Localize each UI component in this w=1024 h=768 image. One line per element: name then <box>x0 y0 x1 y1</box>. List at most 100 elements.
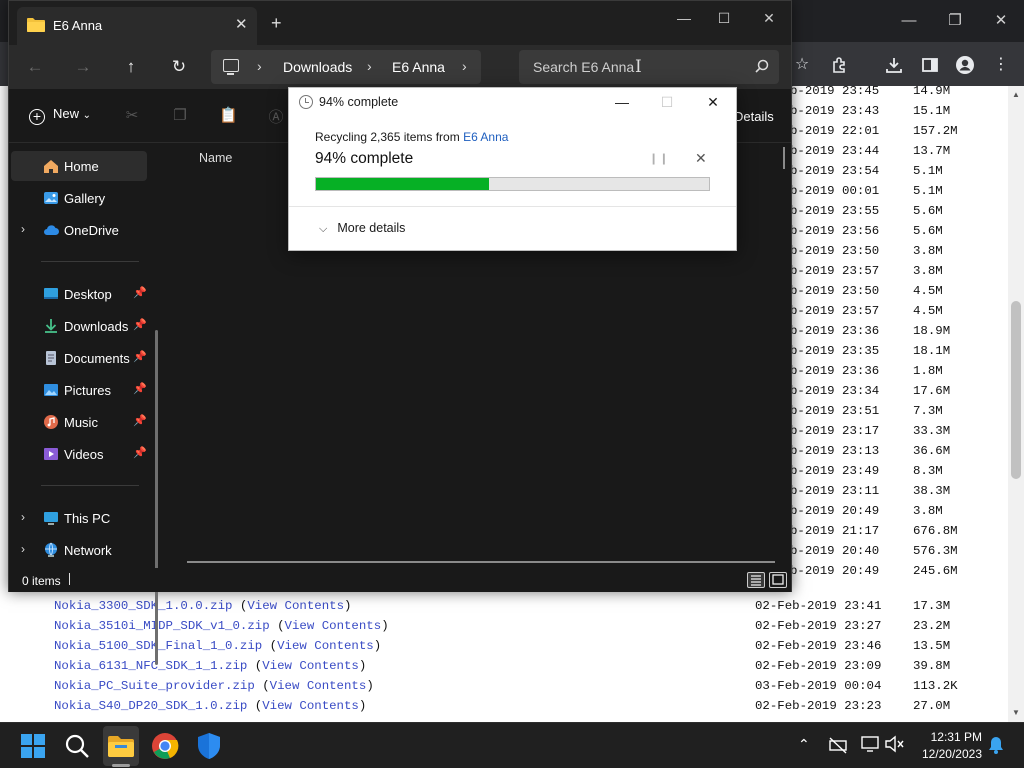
pin-icon[interactable]: 📌 <box>133 446 147 459</box>
dialog-minimize-button[interactable]: — <box>608 92 636 112</box>
view-contents-link[interactable]: View Contents <box>262 659 359 673</box>
file-explorer-icon[interactable] <box>106 731 136 761</box>
breadcrumb-chevron-icon[interactable]: › <box>367 58 372 74</box>
cut-icon[interactable]: ✂ <box>123 106 141 124</box>
search-icon[interactable] <box>62 731 92 761</box>
scroll-up-arrow-icon[interactable]: ▲ <box>1012 90 1020 99</box>
search-icon[interactable] <box>755 59 769 73</box>
back-arrow-icon[interactable]: ← <box>23 55 47 79</box>
volume-muted-icon[interactable] <box>884 735 906 753</box>
listing-file-name[interactable]: Nokia_3300_SDK_1.0.0.zip <box>54 599 232 613</box>
new-tab-button[interactable]: + <box>271 13 282 34</box>
pin-icon[interactable]: 📌 <box>133 286 147 299</box>
listing-file-name[interactable]: Nokia_PC_Suite_provider.zip <box>54 679 255 693</box>
address-bar[interactable]: › Downloads › E6 Anna › <box>211 50 481 84</box>
explorer-tab[interactable]: E6 Anna ✕ <box>17 7 257 45</box>
file-list-vertical-scrollbar[interactable] <box>783 147 785 169</box>
profile-avatar-icon[interactable] <box>952 52 978 78</box>
pause-icon[interactable]: ❙❙ <box>649 152 669 165</box>
explorer-close-button[interactable]: ✕ <box>754 8 784 28</box>
paste-icon[interactable]: 📋 <box>219 106 238 124</box>
view-contents-link[interactable]: View Contents <box>262 699 359 713</box>
browser-menu-icon[interactable]: ⋮ <box>988 52 1014 78</box>
display-icon[interactable] <box>860 735 880 753</box>
copy-icon[interactable]: ❐ <box>171 106 189 124</box>
sidebar-item-network[interactable]: › Network <box>11 535 147 565</box>
windows-start-icon[interactable] <box>18 731 48 761</box>
explorer-maximize-button[interactable]: ☐ <box>709 8 739 28</box>
listing-file-link[interactable]: Nokia_PC_Suite_provider.zip (View Conten… <box>54 676 374 696</box>
details-view-icon[interactable] <box>747 572 765 588</box>
listing-file-name[interactable]: Nokia_5100_SDK_Final_1_0.zip <box>54 639 262 653</box>
pin-icon[interactable]: 📌 <box>133 318 147 331</box>
view-contents-link[interactable]: View Contents <box>285 619 382 633</box>
forward-arrow-icon[interactable]: → <box>71 55 95 79</box>
file-list-horizontal-scrollbar[interactable] <box>187 561 775 563</box>
listing-file-link[interactable]: Nokia_6131_NFC_SDK_1_1.zip (View Content… <box>54 656 366 676</box>
listing-file-link[interactable]: Nokia_S40_DP20_SDK_1.0.zip (View Content… <box>54 696 366 716</box>
navigation-pane-scrollbar[interactable] <box>155 330 158 665</box>
extensions-icon[interactable] <box>827 52 853 78</box>
browser-minimize-button[interactable]: — <box>894 8 924 34</box>
new-button[interactable]: + New ⌄ <box>29 106 91 125</box>
sidebar-item-onedrive[interactable]: › OneDrive <box>11 215 147 245</box>
sidebar-item-desktop[interactable]: Desktop 📌 <box>11 279 147 309</box>
tiles-view-icon[interactable] <box>769 572 787 588</box>
cancel-icon[interactable]: ✕ <box>695 150 707 167</box>
downloads-icon[interactable] <box>881 52 907 78</box>
listing-file-link[interactable]: Nokia_3510i_MIDP_SDK_v1_0.zip (View Cont… <box>54 616 389 636</box>
tab-close-icon[interactable]: ✕ <box>235 15 248 33</box>
up-arrow-icon[interactable]: ↑ <box>119 55 143 79</box>
view-contents-link[interactable]: View Contents <box>277 639 374 653</box>
clock-date[interactable]: 12/20/2023 <box>914 747 982 761</box>
listing-file-link[interactable]: Nokia_5100_SDK_Final_1_0.zip (View Conte… <box>54 636 381 656</box>
rename-icon[interactable]: Ⓐ <box>267 106 285 126</box>
pin-icon[interactable]: 📌 <box>133 382 147 395</box>
browser-scrollbar-thumb[interactable] <box>1011 301 1021 479</box>
sidebar-item-this-pc[interactable]: › This PC <box>11 503 147 533</box>
pin-icon[interactable]: 📌 <box>133 350 147 363</box>
sidebar-item-downloads[interactable]: Downloads 📌 <box>11 311 147 341</box>
sidebar-item-pictures[interactable]: Pictures 📌 <box>11 375 147 405</box>
security-shield-icon[interactable] <box>194 731 224 761</box>
breadcrumb-downloads[interactable]: Downloads <box>283 59 352 75</box>
breadcrumb-chevron-icon[interactable]: › <box>257 58 262 74</box>
sidebar-item-gallery[interactable]: Gallery <box>11 183 147 213</box>
sidebar-item-home[interactable]: Home <box>11 151 147 181</box>
browser-scrollbar[interactable] <box>1008 86 1024 722</box>
column-header-name[interactable]: Name <box>199 151 232 165</box>
notification-bell-icon[interactable] <box>987 735 1005 755</box>
side-panel-icon[interactable] <box>917 52 943 78</box>
recycling-source-link[interactable]: E6 Anna <box>463 130 508 144</box>
browser-restore-button[interactable]: ❐ <box>940 8 970 34</box>
chevron-right-icon[interactable]: › <box>21 542 25 556</box>
refresh-icon[interactable]: ↻ <box>167 55 191 79</box>
sidebar-item-documents[interactable]: Documents 📌 <box>11 343 147 373</box>
breadcrumb-chevron-icon[interactable]: › <box>462 58 467 74</box>
breadcrumb-e6-anna[interactable]: E6 Anna <box>392 59 445 75</box>
sidebar-item-label: Documents <box>64 351 130 366</box>
listing-file-name[interactable]: Nokia_S40_DP20_SDK_1.0.zip <box>54 699 247 713</box>
network-disconnected-icon[interactable] <box>828 736 848 754</box>
bookmark-star-icon[interactable]: ☆ <box>789 52 815 78</box>
clock-time[interactable]: 12:31 PM <box>928 730 982 744</box>
sidebar-item-videos[interactable]: Videos 📌 <box>11 439 147 469</box>
search-input[interactable]: Search E6 Anna I <box>519 50 779 84</box>
chevron-up-icon[interactable]: ⌃ <box>798 736 810 753</box>
chevron-right-icon[interactable]: › <box>21 222 25 236</box>
view-contents-link[interactable]: View Contents <box>270 679 367 693</box>
listing-file-link[interactable]: Nokia_3300_SDK_1.0.0.zip (View Contents) <box>54 596 351 616</box>
scroll-down-arrow-icon[interactable]: ▼ <box>1012 708 1020 717</box>
details-button[interactable]: Details <box>734 109 774 124</box>
listing-file-name[interactable]: Nokia_3510i_MIDP_SDK_v1_0.zip <box>54 619 270 633</box>
sidebar-item-music[interactable]: Music 📌 <box>11 407 147 437</box>
browser-close-button[interactable]: ✕ <box>986 8 1016 34</box>
pin-icon[interactable]: 📌 <box>133 414 147 427</box>
dialog-close-button[interactable]: ✕ <box>699 92 727 112</box>
more-details-button[interactable]: ⌵ More details <box>319 221 405 236</box>
listing-file-name[interactable]: Nokia_6131_NFC_SDK_1_1.zip <box>54 659 247 673</box>
explorer-minimize-button[interactable]: — <box>669 8 699 28</box>
chevron-right-icon[interactable]: › <box>21 510 25 524</box>
chrome-icon[interactable] <box>150 731 180 761</box>
view-contents-link[interactable]: View Contents <box>247 599 344 613</box>
